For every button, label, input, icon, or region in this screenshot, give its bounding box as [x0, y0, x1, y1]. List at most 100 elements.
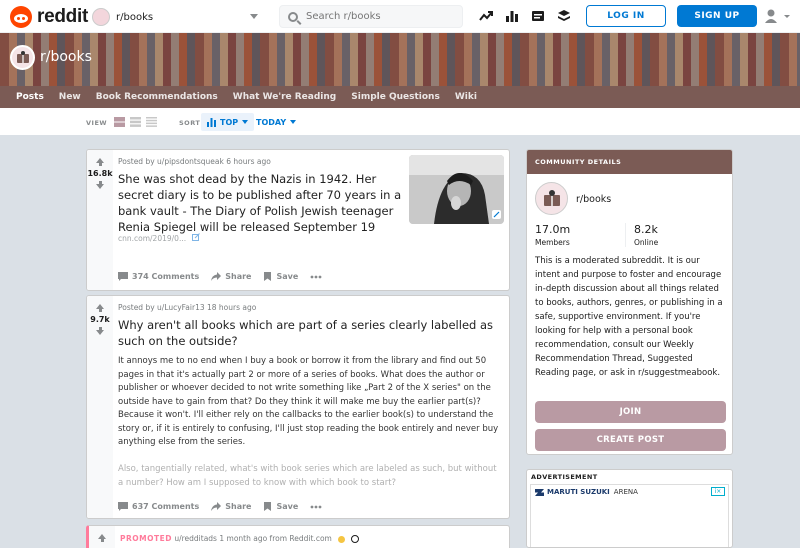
sort-top-label: TOP — [220, 117, 239, 127]
reddit-logo[interactable]: reddit — [10, 6, 88, 28]
upvote-icon[interactable] — [96, 158, 104, 166]
community-switcher[interactable]: r/books — [92, 6, 262, 28]
community-switcher-label: r/books — [116, 11, 154, 23]
ad-brand-arena: ARENA — [613, 488, 638, 496]
promoted-label: PROMOTED — [120, 534, 172, 543]
community-icon — [10, 45, 35, 70]
sort-bar: VIEW SORT TOP TODAY — [0, 108, 800, 135]
ad-choices-icon[interactable]: i× — [711, 487, 725, 496]
post-card[interactable]: 9.7k Posted by u/LucyFair13 18 hours ago… — [86, 295, 510, 519]
sort-top-dropdown[interactable]: TOP — [201, 113, 255, 131]
ad-brand-name: MARUTI SUZUKI — [547, 488, 610, 496]
award-icon — [338, 535, 346, 543]
post-card[interactable]: 16.8k Posted by u/pipsdontsqueak 6 hours… — [86, 149, 510, 291]
upvote-icon[interactable] — [98, 534, 106, 542]
vote-column: 9.7k — [87, 296, 113, 518]
promoted-meta-text: u/redditads 1 month ago from Reddit.com — [174, 534, 332, 543]
award-icon — [350, 535, 359, 543]
create-post-button[interactable]: CREATE POST — [535, 429, 726, 451]
upvote-icon[interactable] — [96, 304, 104, 312]
compact-view-icon[interactable] — [146, 117, 157, 127]
search-input[interactable] — [306, 11, 446, 22]
nav-what-were-reading[interactable]: What We're Reading — [233, 92, 336, 102]
share-label: Share — [225, 502, 252, 511]
chevron-down-icon — [242, 120, 249, 124]
post-actions: 637 Comments Share Save — [118, 502, 334, 511]
post-link[interactable]: cnn.com/2019/0... — [118, 233, 200, 243]
login-button[interactable]: LOG IN — [586, 5, 666, 27]
members-count: 17.0m — [535, 223, 571, 236]
nav-new[interactable]: New — [59, 92, 81, 102]
stats-icon[interactable] — [505, 9, 519, 23]
nav-simple-questions[interactable]: Simple Questions — [351, 92, 440, 102]
card-view-icon[interactable] — [114, 117, 125, 127]
downvote-icon[interactable] — [96, 181, 104, 189]
post-meta: PROMOTED u/redditads 1 month ago from Re… — [120, 534, 359, 543]
more-options-icon[interactable] — [310, 275, 322, 279]
stats-divider — [625, 223, 626, 247]
community-details-card: COMMUNITY DETAILS r/books 17.0m Members … — [526, 149, 733, 455]
post-body-continued: Also, tangentially related, what's with … — [118, 464, 497, 488]
sort-label: SORT — [179, 119, 201, 127]
post-score: 9.7k — [90, 315, 110, 324]
sort-time-dropdown[interactable]: TODAY — [256, 113, 297, 131]
save-button[interactable]: Save — [263, 502, 298, 511]
search-icon — [288, 11, 298, 22]
advertisement-card: ADVERTISEMENT MARUTI SUZUKI ARENA i× — [526, 469, 733, 548]
reddit-alien-icon — [10, 6, 32, 28]
community-details-header: COMMUNITY DETAILS — [527, 150, 732, 174]
more-options-icon[interactable] — [310, 505, 322, 509]
online-label: Online — [634, 238, 659, 247]
coins-icon[interactable] — [557, 9, 571, 23]
bookmark-icon — [264, 272, 272, 281]
downvote-icon[interactable] — [96, 327, 104, 335]
search-bar[interactable] — [279, 5, 463, 28]
user-menu-icon[interactable] — [764, 9, 794, 23]
share-icon — [211, 272, 222, 281]
logo-text: reddit — [37, 6, 88, 27]
advertisement-label: ADVERTISEMENT — [531, 473, 598, 481]
signup-button[interactable]: SIGN UP — [677, 5, 757, 27]
trending-icon[interactable] — [479, 9, 493, 23]
community-avatar — [535, 182, 568, 215]
comments-button[interactable]: 637 Comments — [118, 502, 199, 511]
community-nav: Posts New Book Recommendations What We'r… — [0, 86, 800, 108]
view-label: VIEW — [86, 119, 108, 127]
sort-time-label: TODAY — [256, 117, 287, 127]
community-name: r/books — [576, 194, 612, 205]
post-title[interactable]: Why aren't all books which are part of a… — [118, 317, 506, 349]
share-icon — [211, 502, 222, 511]
share-button[interactable]: Share — [211, 272, 251, 281]
promoted-post-card[interactable]: PROMOTED u/redditads 1 month ago from Re… — [86, 525, 510, 548]
banner-community-name: r/books — [40, 49, 92, 65]
external-link-icon — [191, 233, 200, 241]
nav-book-recommendations[interactable]: Book Recommendations — [96, 92, 218, 102]
save-button[interactable]: Save — [263, 272, 298, 281]
community-banner: r/books — [0, 33, 800, 86]
top-sort-icon — [207, 117, 216, 127]
post-thumbnail[interactable] — [409, 155, 504, 224]
vote-column — [89, 526, 115, 548]
post-title[interactable]: She was shot dead by the Nazis in 1942. … — [118, 171, 403, 235]
nav-wiki[interactable]: Wiki — [455, 92, 477, 102]
share-button[interactable]: Share — [211, 502, 251, 511]
comments-button[interactable]: 374 Comments — [118, 272, 199, 281]
top-header: reddit r/books LOG IN SIGN UP — [0, 0, 800, 33]
join-button[interactable]: JOIN — [535, 401, 726, 423]
post-meta: Posted by u/LucyFair13 18 hours ago — [118, 303, 257, 312]
ad-banner[interactable]: MARUTI SUZUKI ARENA i× — [530, 484, 729, 547]
nav-posts[interactable]: Posts — [16, 92, 44, 102]
suzuki-logo-icon — [535, 488, 544, 496]
save-label: Save — [276, 272, 299, 281]
comments-count: 637 Comments — [132, 502, 200, 511]
community-description: This is a moderated subreddit. It is our… — [535, 256, 723, 378]
chevron-down-icon — [290, 120, 297, 124]
chevron-down-icon — [250, 14, 258, 19]
post-link-text: cnn.com/2019/0... — [118, 234, 187, 243]
members-label: Members — [535, 238, 570, 247]
chat-icon[interactable] — [531, 9, 545, 23]
post-body: It annoys me to no end when I buy a book… — [118, 356, 499, 447]
vote-column: 16.8k — [87, 150, 113, 290]
classic-view-icon[interactable] — [130, 117, 141, 127]
post-actions: 374 Comments Share Save — [118, 272, 334, 281]
